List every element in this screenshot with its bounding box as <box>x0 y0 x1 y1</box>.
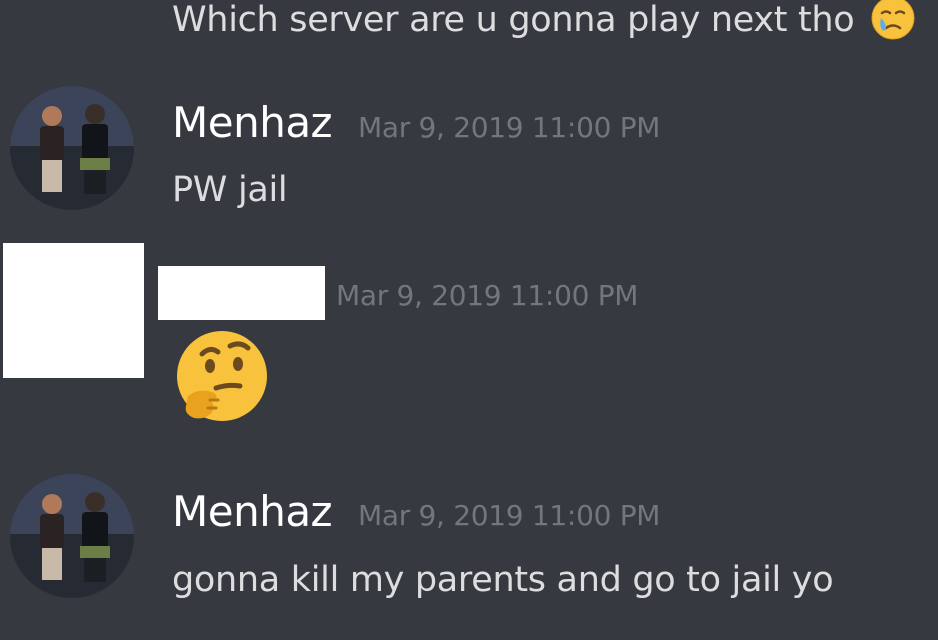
timestamp: Mar 9, 2019 11:00 PM <box>336 279 639 312</box>
redacted-avatar <box>3 243 144 378</box>
message-text: Which server are u gonna play next tho <box>172 0 917 42</box>
avatar[interactable] <box>10 86 134 210</box>
message-text: gonna kill my parents and go to jail yo <box>172 560 834 600</box>
username[interactable]: Menhaz <box>172 99 333 147</box>
timestamp: Mar 9, 2019 11:00 PM <box>358 499 661 532</box>
redacted-username <box>158 266 325 320</box>
timestamp: Mar 9, 2019 11:00 PM <box>358 111 661 144</box>
avatar-image <box>10 474 134 598</box>
crying-face-icon <box>871 0 915 40</box>
avatar[interactable] <box>10 474 134 598</box>
message-text: PW jail <box>172 170 288 210</box>
thinking-face-icon <box>177 331 267 421</box>
avatar-image <box>10 86 134 210</box>
username[interactable]: Menhaz <box>172 488 333 536</box>
